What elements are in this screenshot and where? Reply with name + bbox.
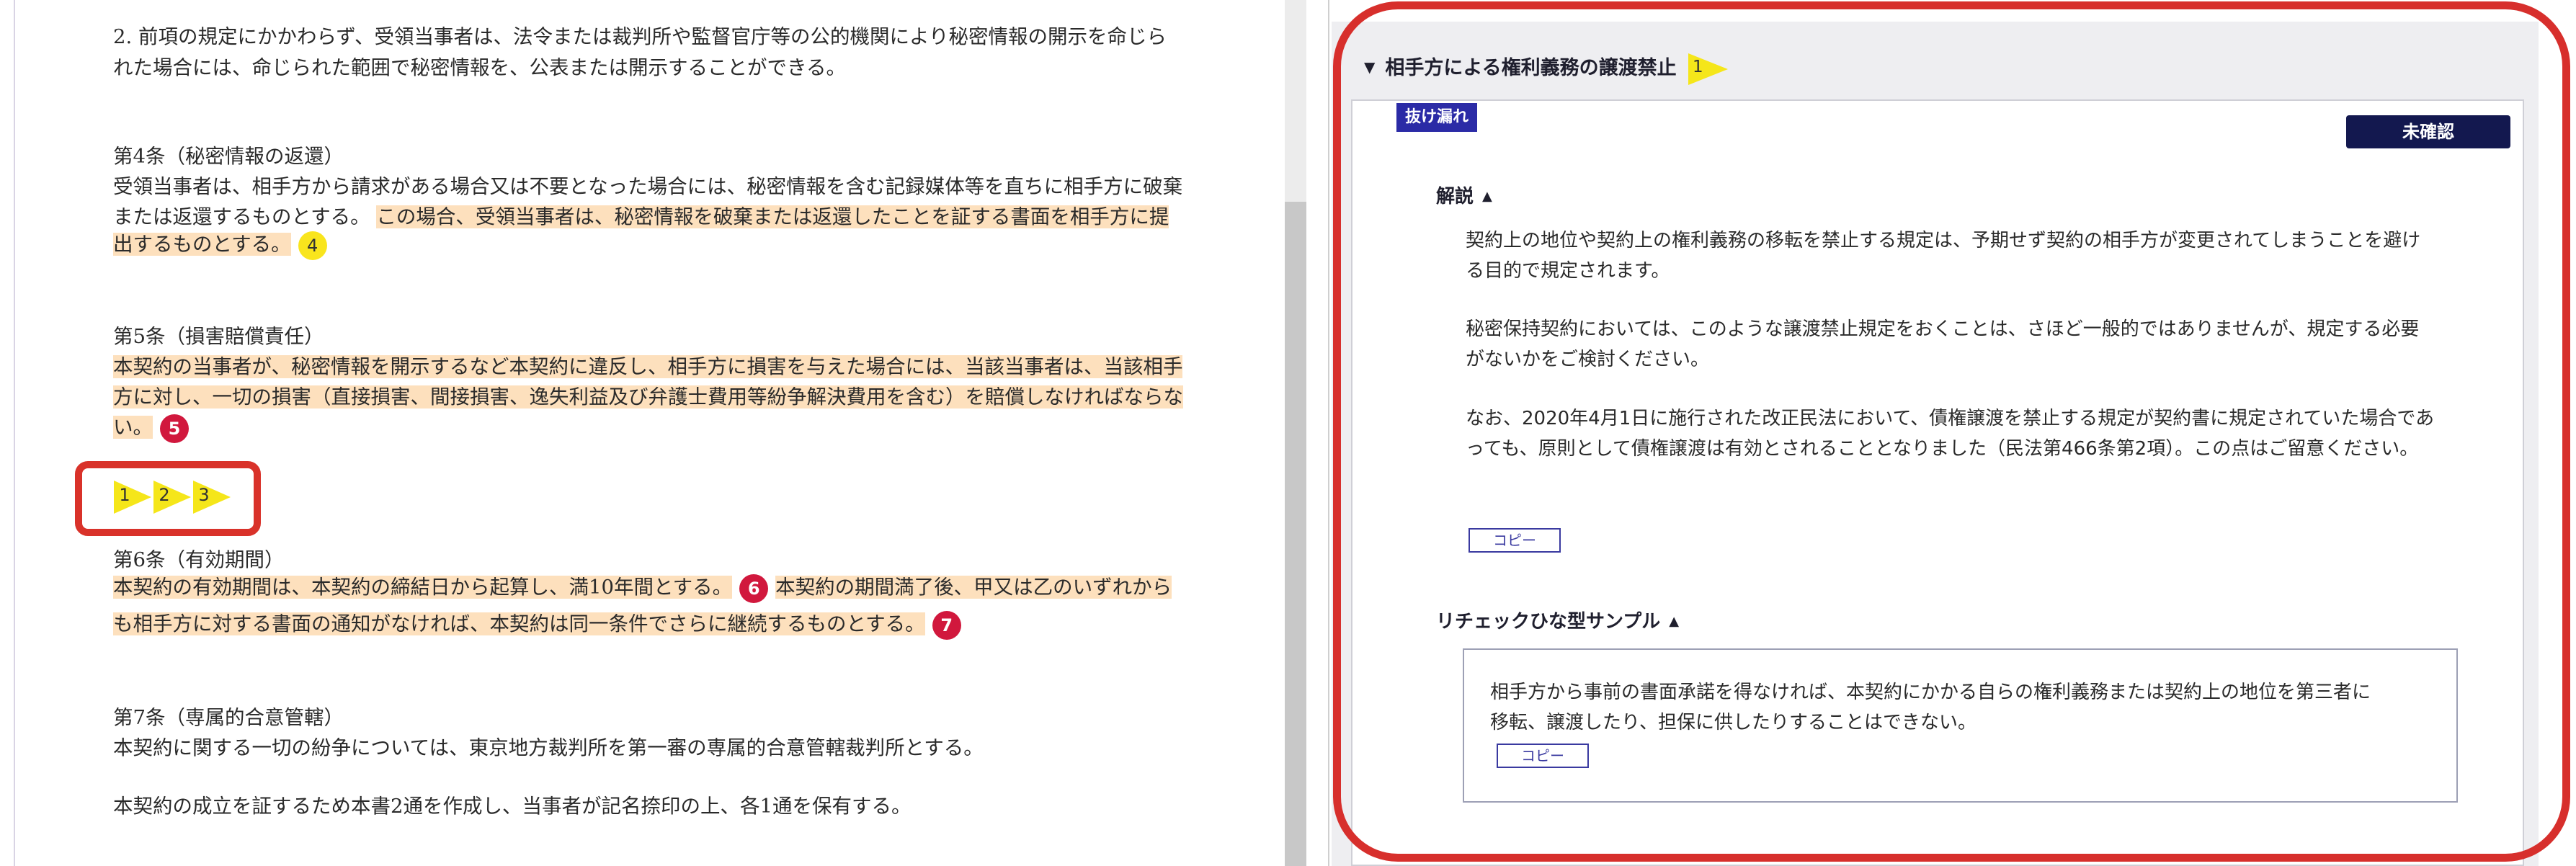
article6-line1: 本契約の有効期間は、本契約の締結日から起算し、満10年間とする。 6 本契約の期間満… bbox=[113, 572, 1180, 603]
article7-title: 第7条（専属的合意管轄） bbox=[113, 706, 344, 729]
article6-title: 第6条（有効期間） bbox=[113, 548, 285, 571]
article4-highlight-end[interactable]: 出するものとする。 bbox=[113, 233, 291, 256]
article3-paragraph2-line2: れた場合には、命じられた範囲で秘密情報を、公表または開示することができる。 bbox=[113, 56, 846, 79]
article5-line2: 方に対し、一切の損害（直接損害、間接損害、逸失利益及び弁護士費用等紛争解決費用を… bbox=[113, 382, 1183, 413]
marker-5[interactable]: 5 bbox=[160, 414, 189, 443]
article5-line1: 本契約の当事者が、秘密情報を開示するなど本契約に違反し、相手方に損害を与えた場合… bbox=[113, 352, 1183, 383]
article4-title: 第4条（秘密情報の返還） bbox=[113, 145, 344, 168]
article4-line2-plain: または返還するものとする。 bbox=[113, 205, 370, 228]
marker-4[interactable]: 4 bbox=[298, 231, 327, 260]
marker-7[interactable]: 7 bbox=[932, 610, 961, 640]
article4-line2: または返還するものとする。 この場合、受領当事者は、秘密情報を破棄または返還した… bbox=[113, 202, 1180, 233]
article5-highlight-3[interactable]: い。 bbox=[113, 416, 153, 439]
article6-highlight-3[interactable]: も相手方に対する書面の通知がなければ、本契約は同一条件でさらに継続するものとする… bbox=[113, 612, 925, 635]
inserted-marker-3: 3 bbox=[198, 485, 210, 505]
article4-highlight[interactable]: この場合、受領当事者は、秘密情報を破棄または返還したことを証する書面を相手方に提 bbox=[376, 205, 1169, 228]
contract-document: 2. 前項の規定にかかわらず、受領当事者は、法令または裁判所や監督官庁等の公的機… bbox=[0, 0, 1290, 866]
article3-paragraph2-line1: 2. 前項の規定にかかわらず、受領当事者は、法令または裁判所や監督官庁等の公的機… bbox=[113, 25, 1167, 48]
pane-divider[interactable] bbox=[1328, 0, 1329, 866]
article5-highlight-1[interactable]: 本契約の当事者が、秘密情報を開示するなど本契約に違反し、相手方に損害を与えた場合… bbox=[113, 355, 1183, 378]
article4-line1: 受領当事者は、相手方から請求がある場合又は不要となった場合には、秘密情報を含む記… bbox=[113, 175, 1183, 198]
article5-line3: い。 5 bbox=[113, 412, 1180, 443]
article6-line2: も相手方に対する書面の通知がなければ、本契約は同一条件でさらに継続するものとする… bbox=[113, 609, 1180, 640]
article4-line3: 出するものとする。 4 bbox=[113, 229, 1180, 260]
article6-highlight-1[interactable]: 本契約の有効期間は、本契約の締結日から起算し、満10年間とする。 bbox=[113, 576, 733, 599]
inserted-marker-2: 2 bbox=[159, 485, 170, 505]
article7-line1: 本契約に関する一切の紛争については、東京地方裁判所を第一審の専属的合意管轄裁判所… bbox=[113, 736, 984, 759]
article5-title: 第5条（損害賠償責任） bbox=[113, 325, 324, 348]
inserted-marker-1: 1 bbox=[119, 485, 130, 505]
page-edge bbox=[14, 0, 15, 866]
article6-highlight-2[interactable]: 本契約の期間満了後、甲又は乙のいずれから bbox=[775, 576, 1172, 599]
closing-line: 本契約の成立を証するため本書2通を作成し、当事者が記名捺印の上、各1通を保有する… bbox=[113, 795, 912, 818]
article5-highlight-2[interactable]: 方に対し、一切の損害（直接損害、間接損害、逸失利益及び弁護士費用等紛争解決費用を… bbox=[113, 385, 1183, 409]
annotation-outline bbox=[1333, 1, 2570, 862]
marker-6[interactable]: 6 bbox=[739, 573, 769, 603]
scrollbar-thumb[interactable] bbox=[1285, 202, 1306, 866]
